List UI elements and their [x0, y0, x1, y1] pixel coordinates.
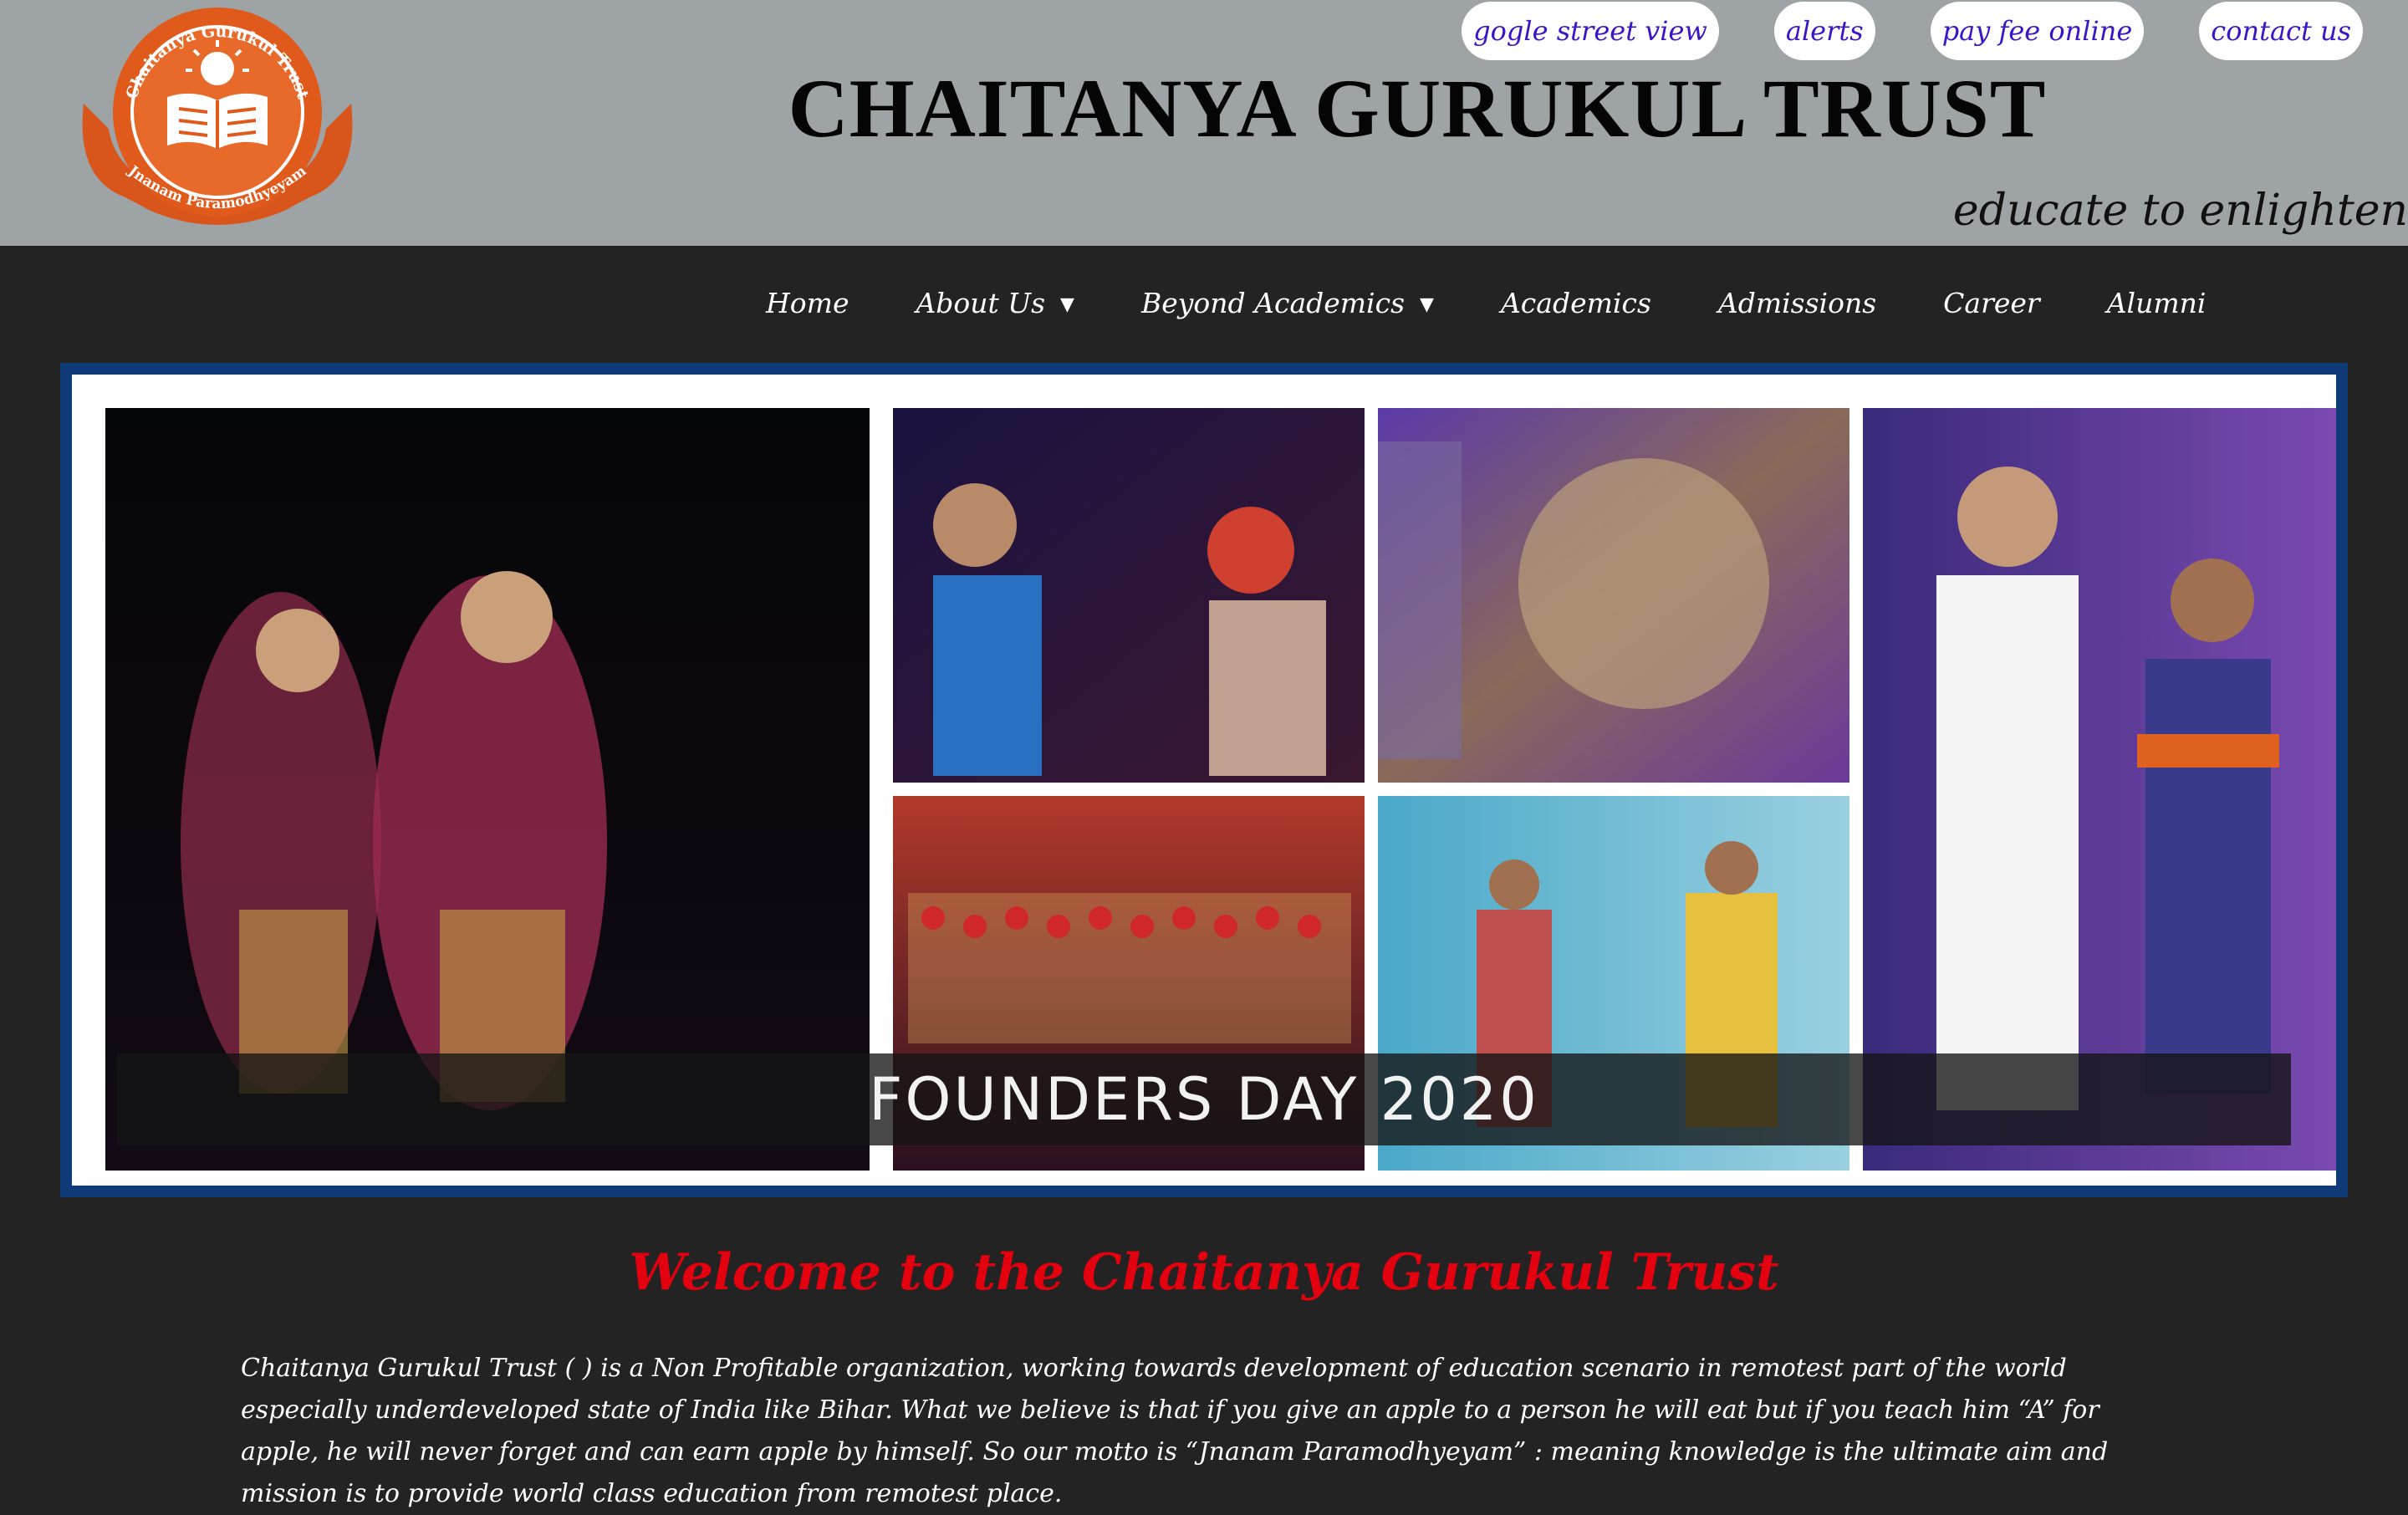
nav-item-label: Beyond Academics: [1140, 287, 1406, 319]
hero-banner[interactable]: FOUNDERS DAY 2020: [60, 363, 2348, 1197]
tagline: educate to enlighten: [1952, 186, 2408, 236]
nav-item-label: Alumni: [2106, 287, 2206, 319]
nav-item-admissions[interactable]: Admissions: [1718, 283, 1876, 326]
top-links: gogle street view alerts pay fee online …: [1462, 2, 2363, 60]
alerts-link[interactable]: alerts: [1773, 2, 1875, 60]
nav-item-label: Home: [766, 287, 849, 319]
google-street-view-link[interactable]: gogle street view: [1462, 2, 1719, 60]
contact-us-link[interactable]: contact us: [2199, 2, 2363, 60]
nav-item-beyond-academics[interactable]: Beyond Academics ▼: [1141, 283, 1434, 326]
site-header: Chaitanya Gurukul Trust Jnanam Paramodhy…: [0, 0, 2408, 246]
nav-item-label: Career: [1943, 287, 2040, 319]
nav-item-academics[interactable]: Academics: [1501, 283, 1651, 326]
nav-item-label: Admissions: [1717, 287, 1877, 319]
dropdown-caret-icon: ▼: [1060, 294, 1074, 315]
dropdown-caret-icon: ▼: [1420, 294, 1434, 315]
nav-item-label: About Us: [916, 287, 1046, 319]
pay-fee-online-link[interactable]: pay fee online: [1930, 2, 2145, 60]
main-navbar: Home About Us ▼ Beyond Academics ▼ Academi…: [0, 246, 2408, 363]
nav-item-about-us[interactable]: About Us ▼: [916, 283, 1074, 326]
site-title: CHAITANYA GURUKUL TRUST: [788, 62, 2047, 155]
nav-item-alumni[interactable]: Alumni: [2107, 283, 2206, 326]
nav-item-home[interactable]: Home: [766, 283, 849, 326]
intro-paragraph: Chaitanya Gurukul Trust ( ) is a Non Pro…: [241, 1354, 2109, 1508]
nav-menu: Home About Us ▼ Beyond Academics ▼ Academi…: [766, 283, 2206, 326]
welcome-heading: Welcome to the Chaitanya Gurukul Trust: [629, 1243, 1779, 1302]
nav-item-career[interactable]: Career: [1943, 283, 2040, 326]
nav-item-label: Academics: [1500, 287, 1651, 319]
banner-caption: FOUNDERS DAY 2020: [117, 1053, 2291, 1145]
banner-collage: FOUNDERS DAY 2020: [72, 375, 2336, 1186]
